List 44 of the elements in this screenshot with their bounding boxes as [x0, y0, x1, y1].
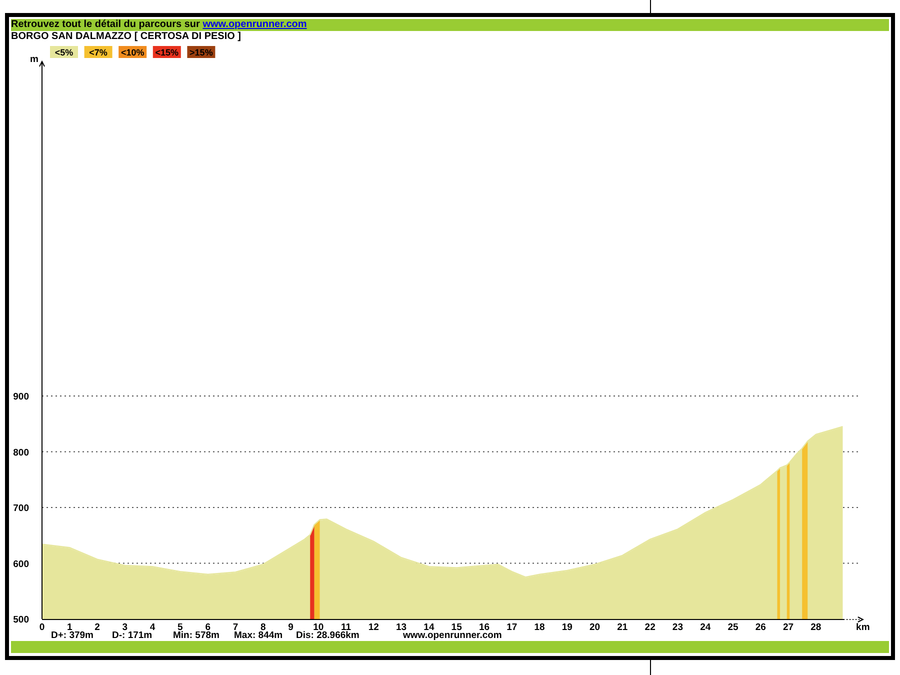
x-tick-label: 25 — [728, 622, 738, 633]
x-tick-label: 28 — [810, 622, 822, 633]
x-tick-label: 0 — [39, 622, 45, 633]
stat-text: D-: 171m — [112, 631, 154, 641]
x-tick-label: 2 — [94, 622, 100, 633]
x-tick-label: 15 — [451, 622, 462, 633]
footer-site-text: www.openrunner.com — [403, 631, 502, 641]
site-link[interactable]: www.openrunner.com — [202, 19, 307, 30]
stat-text: Dis: 28.966km — [296, 631, 360, 641]
x-tick-label: 14 — [424, 622, 434, 633]
x-tick-label: 21 — [617, 622, 628, 633]
route-title: BORGO SAN DALMAZZO [ CERTOSA DI PESIO ] — [10, 31, 242, 42]
x-tick-label: 16 — [478, 622, 490, 633]
stat-text: Max: 844m — [234, 631, 284, 641]
x-tick-label: 24 — [700, 622, 711, 633]
y-tick-label: 700 — [13, 503, 29, 514]
x-tick-label: 26 — [755, 622, 766, 633]
x-tick-label: 9 — [288, 622, 294, 633]
y-tick-label: 800 — [13, 447, 29, 458]
y-tick-label: 500 — [13, 614, 29, 626]
x-tick-label: 17 — [506, 622, 518, 633]
x-tick-label: 4 — [150, 622, 156, 633]
x-tick-label: 23 — [672, 622, 683, 633]
x-tick-label: 20 — [590, 622, 600, 633]
y-tick-label: 600 — [13, 558, 29, 570]
header-text: Retrouvez tout le détail du parcours sur www.openrunner.com — [11, 19, 307, 30]
y-tick-label: 900 — [13, 392, 29, 402]
legend-label: >15% — [190, 48, 213, 58]
legend-label: <7% — [89, 48, 108, 58]
x-tick-label: 22 — [644, 622, 656, 633]
x-tick-label: 27 — [783, 622, 794, 633]
x-tick-label: 13 — [396, 622, 407, 633]
x-axis-label: km — [856, 622, 870, 633]
stat-text: Min: 578m — [173, 631, 220, 641]
legend-label: <15% — [155, 48, 179, 58]
x-tick-label: 12 — [368, 622, 379, 633]
legend-label: <10% — [120, 48, 144, 58]
x-tick-label: 19 — [562, 622, 572, 633]
x-tick-label: 7 — [232, 622, 238, 633]
stat-text: D+: 379m — [51, 631, 95, 641]
legend-label: <5% — [54, 48, 74, 58]
x-tick-label: 18 — [534, 622, 545, 633]
x-tick-label: 3 — [122, 622, 128, 633]
y-axis-label: m — [30, 54, 38, 65]
